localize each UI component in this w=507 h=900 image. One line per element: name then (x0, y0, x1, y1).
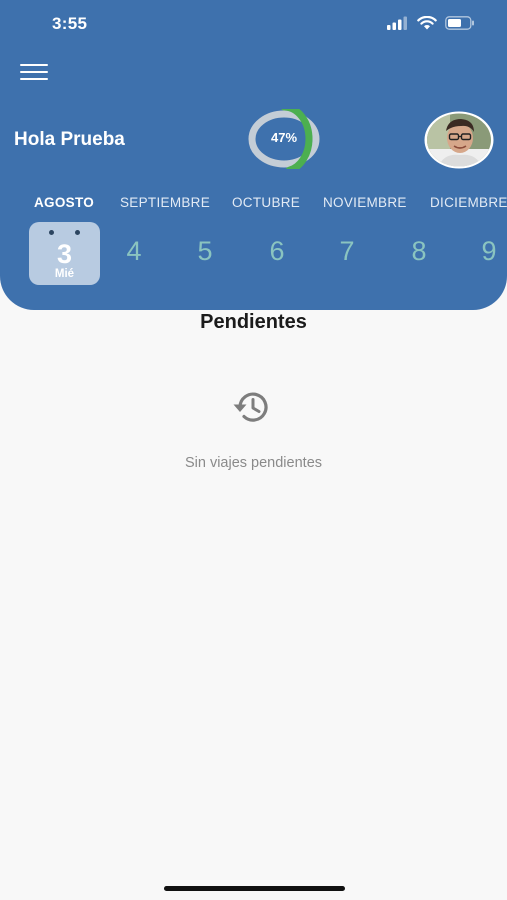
month-selector: AGOSTO SEPTIEMBRE OCTUBRE NOVIEMBRE DICI… (0, 195, 507, 215)
battery-icon (445, 16, 474, 30)
menu-button[interactable] (20, 64, 48, 84)
day-item[interactable]: 4 (114, 234, 154, 268)
empty-state-text: Sin viajes pendientes (184, 455, 323, 471)
section-title: Pendientes (200, 311, 307, 333)
day-item[interactable]: 7 (327, 234, 367, 268)
progress-label: 47% (270, 130, 298, 145)
selected-day-number: 3 (56, 239, 73, 269)
day-item[interactable]: 6 (257, 234, 297, 268)
month-1[interactable]: SEPTIEMBRE (120, 195, 210, 210)
avatar[interactable] (424, 111, 494, 169)
menu-icon-line (20, 64, 48, 67)
month-3[interactable]: NOVIEMBRE (323, 195, 407, 210)
signal-icon (387, 16, 407, 30)
day-selector: 3 Mié 4 5 6 7 8 9 (0, 220, 507, 290)
day-item[interactable]: 9 (469, 234, 507, 268)
greeting: Hola Prueba (14, 129, 125, 150)
day-item[interactable]: 5 (185, 234, 225, 268)
day-item[interactable]: 8 (399, 234, 439, 268)
home-indicator (164, 886, 345, 891)
history-icon (233, 392, 268, 422)
calendar-ring-icon (75, 230, 80, 235)
month-4[interactable]: DICIEMBRE (430, 195, 507, 210)
header: 3:55 Hola Prueba 47% AGOSTO SEPTIEMBRE O… (0, 0, 507, 310)
wifi-icon (417, 16, 437, 30)
month-2[interactable]: OCTUBRE (232, 195, 300, 210)
selected-day-weekday: Mié (54, 268, 75, 280)
status-bar: 3:55 (0, 0, 507, 48)
status-icons (387, 16, 475, 30)
month-0[interactable]: AGOSTO (34, 195, 94, 210)
status-time: 3:55 (52, 14, 88, 33)
selected-day-card[interactable]: 3 Mié (29, 222, 100, 285)
menu-icon-line (20, 77, 48, 80)
menu-icon-line (20, 70, 48, 74)
calendar-ring-icon (49, 230, 54, 235)
